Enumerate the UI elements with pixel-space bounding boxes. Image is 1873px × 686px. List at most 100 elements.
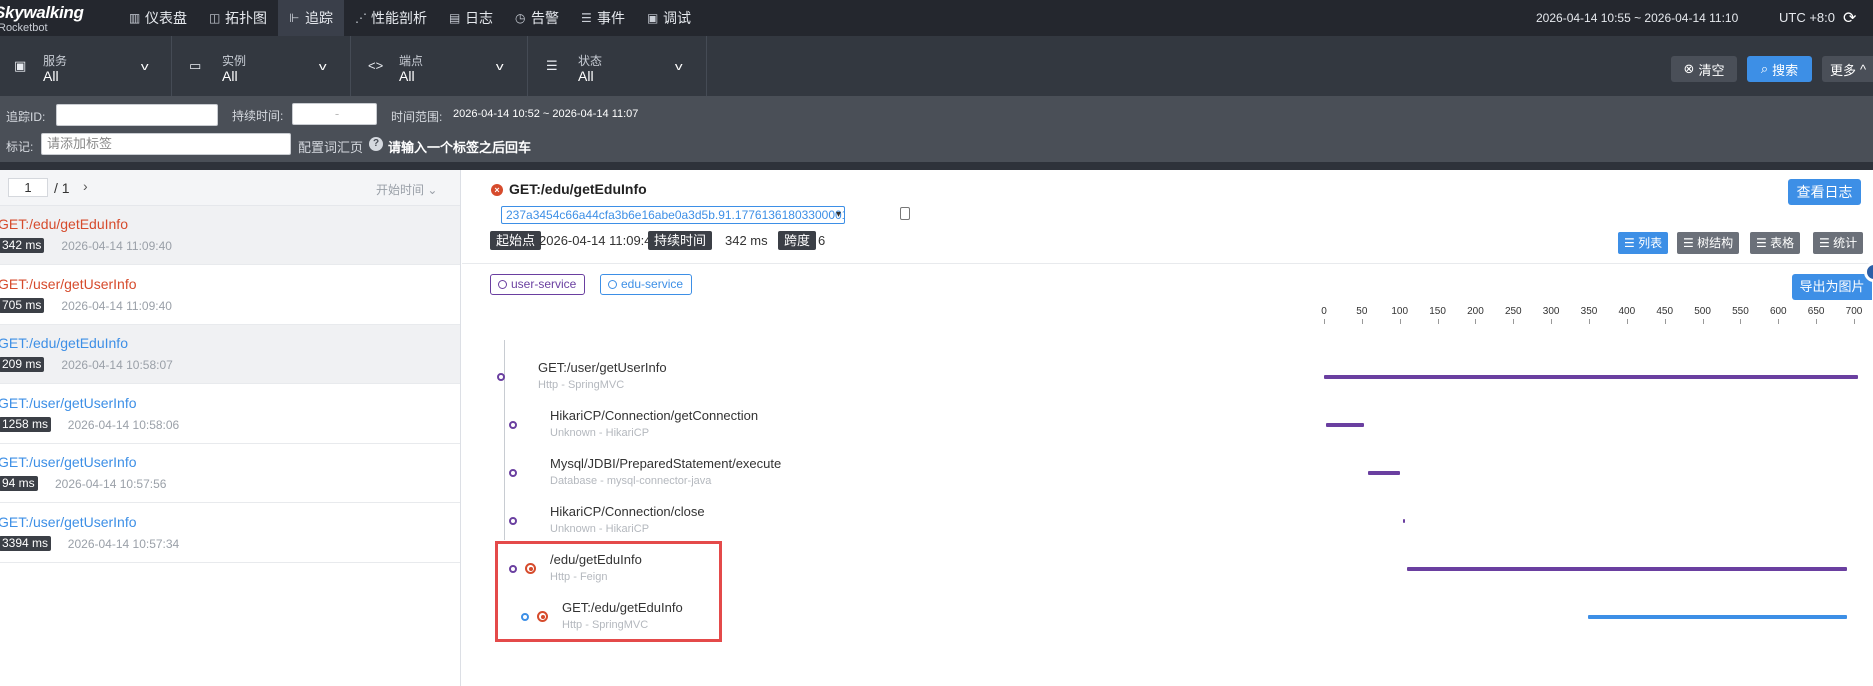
trace-list-item[interactable]: GET:/edu/getEduInfo 209 ms 2026-04-14 10:5… <box>0 325 460 384</box>
chevron-up-icon: ^ <box>1860 61 1867 77</box>
ruler-tick-label: 200 <box>1467 306 1484 317</box>
service-tag-user[interactable]: user-service <box>490 274 586 295</box>
ruler-tick-mark <box>1626 319 1628 324</box>
view-button-label: 树结构 <box>1697 236 1734 250</box>
trace-start-time: 2026-04-14 10:58:06 <box>67 417 180 432</box>
nav-item-alarm[interactable]: ◷ 告警 <box>504 0 570 36</box>
nav-item-topology[interactable]: ◫ 拓扑图 <box>198 0 278 36</box>
dashboard-icon: ▥ <box>129 11 141 25</box>
ruler-tick-label: 500 <box>1694 306 1711 317</box>
ruler-tick-mark <box>1589 319 1590 324</box>
main-nav: ▥ 仪表盘 ◫ 拓扑图 ⊩ 追踪 ⋰ 性能剖析 ▤ 日志 ◷ 告警 ☰ 事件 ▣ 调试 <box>118 0 702 36</box>
trace-duration-badge: 3394 ms <box>0 535 52 551</box>
filter-service[interactable]: ▣ 服务 All v <box>0 36 172 96</box>
trace-id-label: 追踪ID: <box>6 110 46 124</box>
trace-start-time: 2026-04-14 10:57:34 <box>67 536 180 551</box>
view-list-button[interactable]: ☰ 列表 <box>1618 232 1669 254</box>
advanced-filters: 追踪ID: 持续时间: - 时间范围: 2026-04-14 10:52 ~ 2… <box>0 96 1873 162</box>
topology-icon: ◫ <box>209 11 221 25</box>
ruler-tick-mark <box>1361 319 1363 324</box>
nav-item-log[interactable]: ▤ 日志 <box>438 0 504 36</box>
timeline-ruler: 0 50 100 150 200 250 300 350 400 450 500 550 600 650 7… <box>462 306 1873 326</box>
view-log-button[interactable]: 查看日志 <box>1788 179 1861 205</box>
ruler-tick-mark <box>1399 319 1401 324</box>
page-number-input[interactable]: 1 <box>8 178 48 197</box>
copy-icon[interactable] <box>900 207 910 220</box>
view-stats-button[interactable]: ☰ 统计 <box>1813 232 1864 254</box>
span-component-label: Http - SpringMVC <box>538 379 625 391</box>
span-row[interactable]: HikariCP/Connection/close Unknown - Hikar… <box>462 497 1873 545</box>
search-button[interactable]: ⌕ 搜索 <box>1747 56 1812 82</box>
refresh-icon[interactable]: ⟳ <box>1843 8 1856 28</box>
filter-instance[interactable]: ▭ 实例 All v <box>172 36 351 96</box>
view-table-button[interactable]: ☰ 表格 <box>1750 232 1801 254</box>
ruler-tick-label: 450 <box>1656 306 1674 317</box>
trace-list-item[interactable]: GET:/edu/getEduInfo 342 ms 2026-04-14 11:0… <box>0 206 460 265</box>
span-row[interactable]: HikariCP/Connection/getConnection Unknown… <box>462 401 1873 449</box>
trace-duration-badge: 209 ms <box>0 357 45 372</box>
app-logo[interactable]: Skywalking <box>0 3 84 23</box>
trace-list-item[interactable]: GET:/user/getUserInfo 1258 ms 2026-04-14 1… <box>0 385 460 444</box>
nav-item-dashboard[interactable]: ▥ 仪表盘 <box>118 0 198 36</box>
ruler-tick-label: 50 <box>1356 306 1368 317</box>
tags-input[interactable]: 请添加标签 <box>41 133 291 155</box>
error-icon: × <box>491 184 503 196</box>
sort-dropdown[interactable]: 开始时间 ⌄ <box>376 181 437 198</box>
filter-status[interactable]: ☰ 状态 All v <box>528 36 707 96</box>
trace-filter-bar: ▣ 服务 All v ▭ 实例 All v <> 端点 All v ☰ 状态 A… <box>0 36 1873 96</box>
ruler-tick-label: 400 <box>1618 306 1636 317</box>
sort-label: 开始时间 <box>376 183 425 197</box>
nav-item-event[interactable]: ☰ 事件 <box>570 0 636 36</box>
export-image-button[interactable]: 导出为图片 <box>1792 274 1872 300</box>
filter-status-value: All <box>578 68 594 84</box>
nav-item-debug[interactable]: ▣ 调试 <box>636 0 702 36</box>
span-node-dot <box>509 517 517 525</box>
help-icon[interactable]: ? <box>369 136 383 151</box>
trace-duration-badge: 342 ms <box>0 238 45 253</box>
span-duration-bar <box>1324 375 1858 379</box>
next-page-icon[interactable]: › <box>83 178 88 194</box>
span-row[interactable]: GET:/user/getUserInfo Http - SpringMVC <box>462 353 1873 401</box>
clear-button[interactable]: ⊗ 清空 <box>1671 56 1737 82</box>
duration-input[interactable]: - <box>292 103 377 125</box>
nav-item-label: 性能剖析 <box>371 10 427 26</box>
time-range-value[interactable]: 2026-04-14 10:52 ~ 2026-04-14 11:07 <box>453 108 638 120</box>
top-navbar: Skywalking Rocketbot ▥ 仪表盘 ◫ 拓扑图 ⊩ 追踪 ⋰ 性能剖析 ▤ 日志… <box>0 0 1873 36</box>
service-tag-edu[interactable]: edu-service <box>600 274 693 295</box>
filter-instance-label: 实例 <box>222 54 247 68</box>
start-value: 2026-04-14 11:09:40 <box>539 233 659 248</box>
time-range-label: 时间范围: <box>391 110 443 124</box>
tags-label: 标记: <box>6 140 34 154</box>
trace-start-time: 2026-04-14 11:09:40 <box>61 239 172 253</box>
filter-endpoint-label: 端点 <box>399 54 424 68</box>
trace-id-input[interactable] <box>56 104 218 126</box>
trace-list-item[interactable]: GET:/user/getUserInfo 94 ms 2026-04-14 10:… <box>0 444 460 503</box>
trace-id-select[interactable]: 237a3454c66a44cfa3b6e16abe0a3d5b.91.1776… <box>501 206 845 224</box>
filter-service-value: All <box>43 68 59 84</box>
nav-item-label: 追踪 <box>305 10 333 26</box>
debug-icon: ▣ <box>647 11 659 25</box>
view-tree-button[interactable]: ☰ 树结构 <box>1677 232 1740 254</box>
nav-item-trace[interactable]: ⊩ 追踪 <box>278 0 344 36</box>
trace-list-item[interactable]: GET:/user/getUserInfo 3394 ms 2026-04-14 1… <box>0 504 460 563</box>
duration-value: 342 ms <box>725 233 768 248</box>
close-circle-icon: ⊗ <box>1683 61 1695 76</box>
config-vocab-link[interactable]: 配置词汇页 <box>298 137 363 156</box>
filter-endpoint[interactable]: <> 端点 All v <box>351 36 528 96</box>
ruler-tick-label: 150 <box>1429 306 1446 317</box>
more-button[interactable]: 更多 ^ <box>1822 56 1873 82</box>
ruler-tick-label: 100 <box>1391 306 1409 317</box>
trace-start-time: 2026-04-14 10:57:56 <box>55 477 167 491</box>
global-time-range[interactable]: 2026-04-14 10:55 ~ 2026-04-14 11:10 <box>1536 11 1738 25</box>
ruler-tick-label: 0 <box>1321 306 1327 317</box>
filter-instance-value: All <box>222 68 238 84</box>
nav-item-label: 调试 <box>663 10 691 26</box>
span-row[interactable]: Mysql/JDBI/PreparedStatement/execute Data… <box>462 449 1873 497</box>
trace-start-time: 2026-04-14 11:09:40 <box>61 298 172 313</box>
nav-item-profile[interactable]: ⋰ 性能剖析 <box>344 0 438 36</box>
tags-help-text: 请输入一个标签之后回车 <box>388 140 532 155</box>
ruler-tick-mark <box>1740 319 1742 324</box>
timezone-label[interactable]: UTC +8:0 <box>1779 10 1835 25</box>
alarm-icon: ◷ <box>515 11 526 25</box>
trace-list-item[interactable]: GET:/user/getUserInfo 705 ms 2026-04-14 11… <box>0 266 460 325</box>
